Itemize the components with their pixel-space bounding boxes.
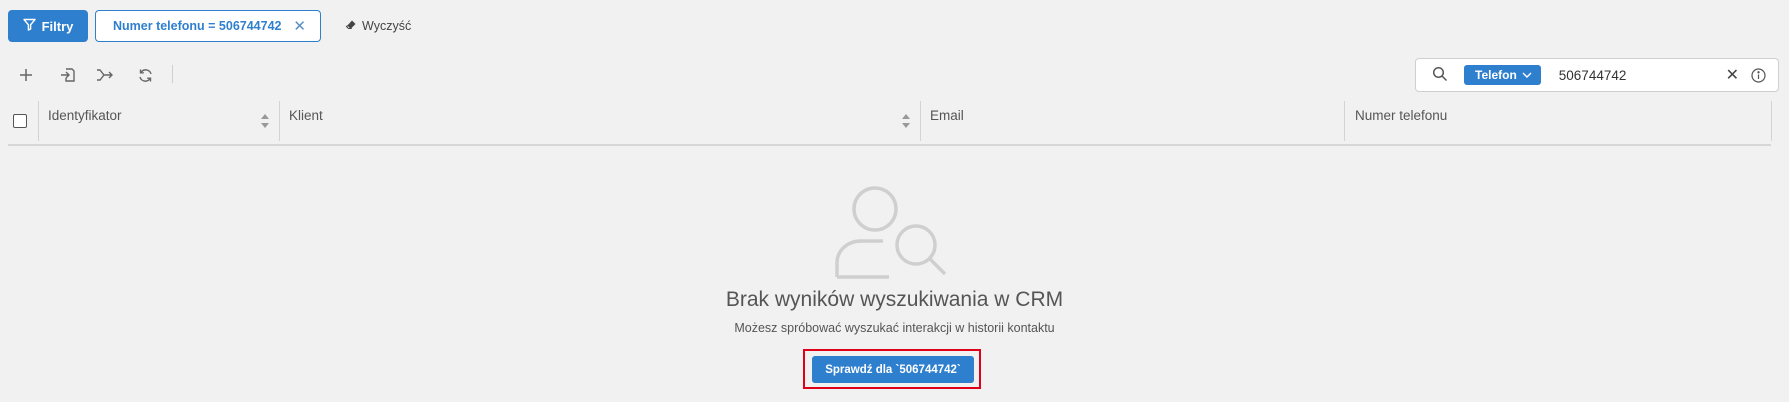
sort-icon[interactable] xyxy=(260,113,270,129)
column-divider xyxy=(920,101,921,141)
eraser-icon xyxy=(345,19,357,34)
search-box[interactable]: Telefon 506744742 ✕ xyxy=(1415,58,1779,92)
filters-label: Filtry xyxy=(41,18,74,34)
no-results-icon xyxy=(835,186,947,279)
column-header-phone[interactable]: Numer telefonu xyxy=(1355,108,1447,123)
search-type-label: Telefon xyxy=(1475,68,1517,82)
toolbar-divider xyxy=(172,65,173,83)
column-header-id[interactable]: Identyfikator xyxy=(48,108,122,123)
empty-state-title: Brak wyników wyszukiwania w CRM xyxy=(725,288,1064,311)
filter-chip-label: Numer telefonu = 506744742 xyxy=(113,19,282,33)
check-contact-history-button[interactable]: Sprawdź dla `506744742` xyxy=(812,356,974,383)
search-type-dropdown[interactable]: Telefon xyxy=(1464,65,1541,85)
search-input[interactable]: 506744742 xyxy=(1559,68,1627,83)
clear-filters-button[interactable]: Wyczyść xyxy=(345,10,411,42)
info-icon[interactable] xyxy=(1751,67,1766,83)
clear-filters-label: Wyczyść xyxy=(362,19,412,33)
column-divider xyxy=(1344,101,1345,141)
filters-button[interactable]: Filtry xyxy=(8,10,88,42)
filter-icon xyxy=(22,18,36,34)
empty-state-subtitle: Możesz spróbować wyszukać interakcji w h… xyxy=(734,321,1055,335)
merge-icon[interactable] xyxy=(94,64,116,86)
import-icon[interactable] xyxy=(57,64,79,86)
filter-chip[interactable]: Numer telefonu = 506744742 ✕ xyxy=(95,10,321,42)
plus-icon[interactable] xyxy=(15,64,37,86)
select-all-checkbox[interactable] xyxy=(13,114,27,128)
column-divider xyxy=(279,101,280,141)
table-header xyxy=(8,98,1771,146)
column-header-email[interactable]: Email xyxy=(930,108,964,123)
chevron-down-icon xyxy=(1522,72,1532,78)
refresh-icon[interactable] xyxy=(134,64,156,86)
remove-filter-icon[interactable]: ✕ xyxy=(293,17,306,35)
sort-icon[interactable] xyxy=(901,113,911,129)
search-icon xyxy=(1432,66,1450,84)
column-divider xyxy=(38,101,39,141)
column-header-client[interactable]: Klient xyxy=(289,108,323,123)
clear-search-icon[interactable]: ✕ xyxy=(1726,65,1739,85)
column-divider xyxy=(1771,101,1772,141)
